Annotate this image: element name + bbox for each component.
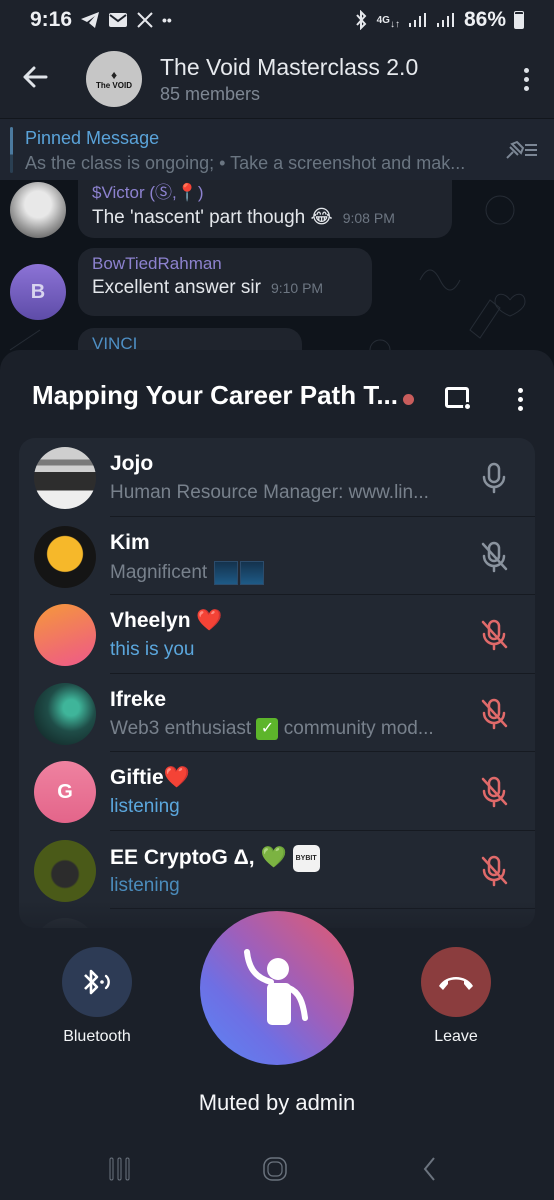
mute-status-label: Muted by admin xyxy=(198,1090,356,1115)
microphone-muted-by-admin-icon[interactable] xyxy=(479,776,509,808)
participant-row[interactable]: EE CryptoG Δ, 💚 BYBIT listening xyxy=(19,831,535,909)
participant-avatar xyxy=(34,839,96,902)
pinned-indicator xyxy=(10,127,13,173)
network-type-icon: 4G ↓↑ xyxy=(376,14,400,30)
bybit-badge-icon: BYBIT xyxy=(292,844,320,872)
chat-title: The Void Masterclass 2.0 xyxy=(160,53,419,80)
participant-row[interactable]: Ifreke Web3 enthusiast ✓ community mod..… xyxy=(19,674,535,752)
signal-icon xyxy=(408,12,428,28)
participant-avatar xyxy=(34,525,96,588)
bluetooth-button[interactable] xyxy=(62,947,132,1017)
voice-chat-menu-button[interactable] xyxy=(518,388,523,411)
chat-info[interactable]: The Void Masterclass 2.0 85 members xyxy=(160,54,418,105)
pinned-text: As the class is ongoing; • Take a screen… xyxy=(25,153,466,173)
green-heart-emoji-icon: 💚 xyxy=(260,845,287,869)
x-icon xyxy=(136,11,154,29)
fireworks-emoji-icon xyxy=(240,560,265,585)
message-text: The 'nascent' part though 😂 xyxy=(92,207,333,228)
avatar[interactable]: B xyxy=(10,264,66,320)
heart-emoji-icon: ❤️ xyxy=(196,609,223,632)
participant-name: Vheelyn xyxy=(110,609,191,632)
void-logo-icon: ♦ xyxy=(110,67,118,82)
pinned-message-bar[interactable]: Pinned Message As the class is ongoing; … xyxy=(0,118,554,180)
participant-row[interactable]: Jojo Human Resource Manager: www.lin... xyxy=(19,438,535,517)
status-bar: 9:16 •• 4G ↓↑ 86% xyxy=(0,0,554,40)
check-mark-emoji-icon: ✓ xyxy=(256,717,279,740)
participant-row[interactable]: Kim Magnificent xyxy=(19,517,535,595)
participant-status-prefix: Web3 enthusiast xyxy=(110,717,252,739)
participant-name: Ifreke xyxy=(110,687,167,711)
participant-status: community mod... xyxy=(283,717,434,739)
avatar[interactable] xyxy=(10,182,66,238)
participant-name: EE CryptoG Δ, xyxy=(110,845,255,869)
heart-emoji-icon: ❤️ xyxy=(163,766,190,789)
screen-share-button[interactable] xyxy=(445,387,472,411)
participant-name: Giftie xyxy=(110,766,164,789)
message-time: 9:10 PM xyxy=(270,280,324,296)
microphone-icon[interactable] xyxy=(479,462,509,494)
participant-name: Jojo xyxy=(110,452,154,475)
group-avatar[interactable]: ♦ The VOID xyxy=(86,51,142,107)
microphone-muted-by-admin-icon[interactable] xyxy=(479,855,509,887)
fireworks-emoji-icon xyxy=(214,560,239,585)
voice-chat-panel: Mapping Your Career Path T... Jojo Human… xyxy=(0,350,554,1200)
bluetooth-audio-icon xyxy=(84,969,110,995)
raise-hand-icon xyxy=(244,949,308,1025)
telegram-icon xyxy=(80,11,100,29)
participant-name: Kim xyxy=(110,530,150,554)
microphone-muted-by-admin-icon[interactable] xyxy=(479,698,509,730)
bluetooth-label: Bluetooth xyxy=(63,1028,131,1045)
clock: 9:16 xyxy=(30,8,73,31)
pinned-list-icon[interactable] xyxy=(504,139,538,161)
participant-row[interactable]: Vheelyn ❤️ this is you xyxy=(19,595,535,674)
raise-hand-button[interactable] xyxy=(200,911,354,1065)
leave-label: Leave xyxy=(434,1028,478,1045)
battery-percent: 86% xyxy=(463,8,506,31)
participant-avatar: G xyxy=(34,761,96,823)
mail-icon xyxy=(108,12,128,28)
message-text: Excellent answer sir xyxy=(92,277,261,298)
message-time: 9:08 PM xyxy=(342,210,395,226)
bluetooth-icon xyxy=(353,10,369,30)
hang-up-icon xyxy=(439,977,473,990)
member-count: 85 members xyxy=(160,83,261,104)
participant-status: Human Resource Manager: www.lin... xyxy=(110,482,429,503)
message-bubble[interactable]: $Victor (Ⓢ,📍) The 'nascent' part though … xyxy=(78,180,452,238)
participant-status: this is you xyxy=(110,639,195,660)
voice-chat-title[interactable]: Mapping Your Career Path T... xyxy=(32,380,398,411)
signal-icon-2 xyxy=(436,12,456,28)
battery-icon xyxy=(514,11,524,29)
participant-avatar xyxy=(34,447,96,509)
participant-row[interactable]: G Giftie❤️ listening xyxy=(19,752,535,831)
participant-avatar xyxy=(34,682,96,745)
message-sender[interactable]: $Victor (Ⓢ,📍) xyxy=(92,180,438,203)
microphone-muted-by-admin-icon[interactable] xyxy=(479,619,509,651)
system-nav-bar xyxy=(0,1140,554,1200)
pinned-title: Pinned Message xyxy=(25,128,160,148)
participant-status: listening xyxy=(110,874,180,896)
microphone-muted-icon[interactable] xyxy=(479,541,509,573)
back-nav-button[interactable] xyxy=(420,1155,440,1183)
participant-avatar xyxy=(34,604,96,666)
back-button[interactable] xyxy=(22,62,72,96)
recording-indicator xyxy=(403,394,414,405)
more-dots-icon: •• xyxy=(162,12,172,28)
recent-apps-button[interactable] xyxy=(108,1155,132,1183)
participant-list[interactable]: Jojo Human Resource Manager: www.lin... … xyxy=(19,438,535,928)
home-button[interactable] xyxy=(262,1155,288,1183)
participant-status: Magnificent xyxy=(110,561,208,583)
chat-header: ♦ The VOID The Void Masterclass 2.0 85 m… xyxy=(0,40,554,118)
participant-status: listening xyxy=(110,796,180,817)
message-bubble[interactable]: BowTiedRahman Excellent answer sir 9:10 P… xyxy=(78,248,372,316)
leave-button[interactable] xyxy=(421,947,491,1017)
chat-menu-button[interactable] xyxy=(524,67,530,91)
message-sender[interactable]: BowTiedRahman xyxy=(92,254,358,274)
